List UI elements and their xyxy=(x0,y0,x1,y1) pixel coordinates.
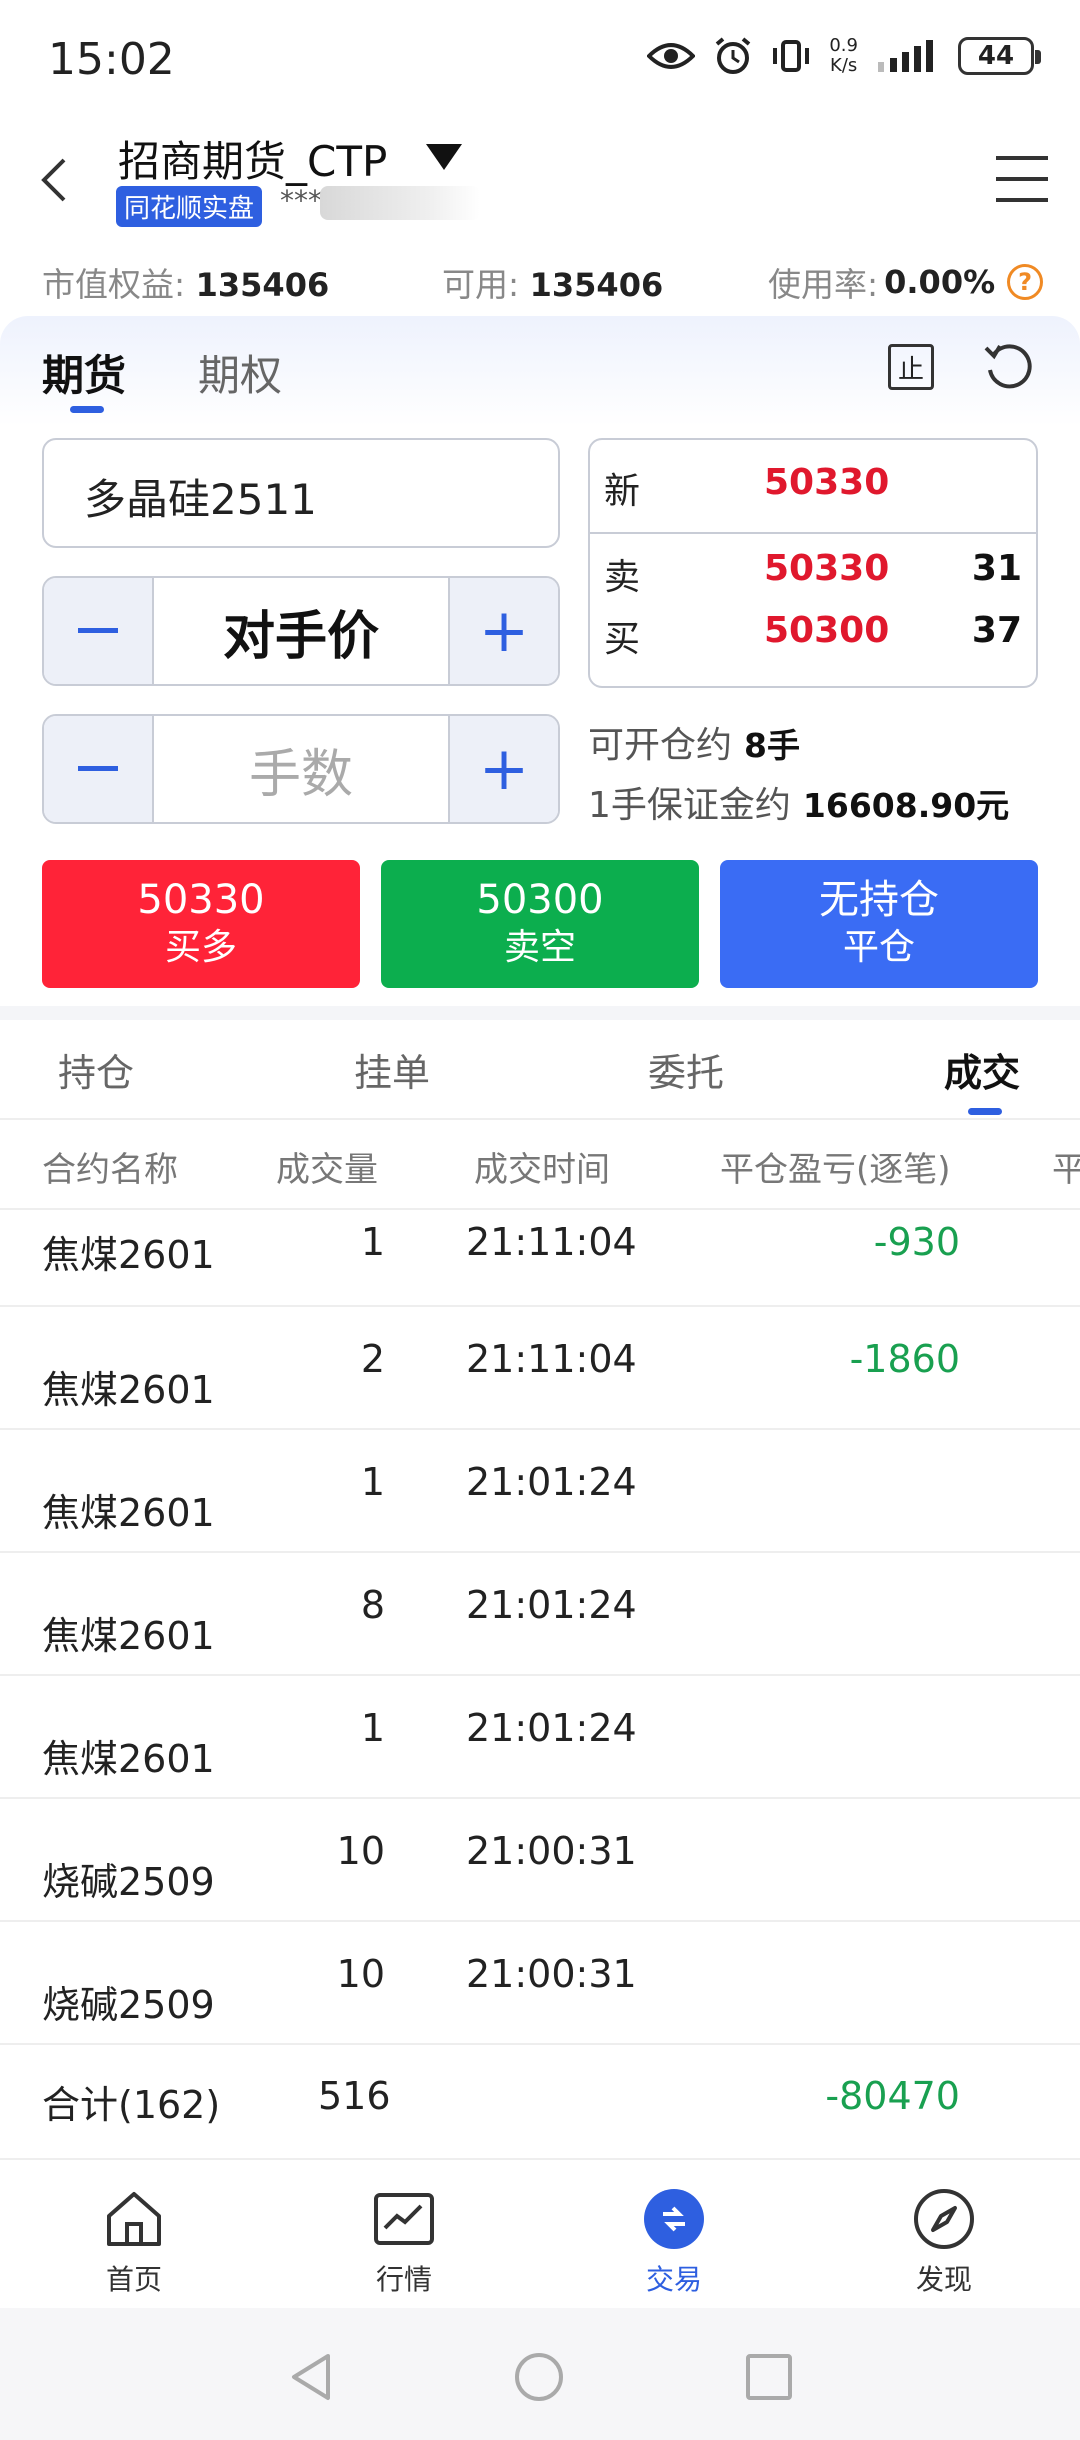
tab-pending[interactable]: 挂单 xyxy=(354,1042,430,1097)
system-nav-bar xyxy=(0,2308,1080,2440)
openable-info: 可开仓约 8手 xyxy=(588,725,800,766)
nav-home[interactable]: 首页 xyxy=(54,2186,214,2298)
eye-icon xyxy=(647,40,696,72)
table-row[interactable]: 烧碱2509 10 21:00:31 xyxy=(0,1922,1080,2045)
refresh-button[interactable] xyxy=(982,340,1036,394)
total-pnl: -80470 xyxy=(825,2074,960,2118)
qty-plus-button[interactable]: + xyxy=(448,716,558,822)
account-number: *** xyxy=(280,184,322,217)
price-minus-button[interactable] xyxy=(44,578,154,684)
hamburger-icon xyxy=(996,156,1048,202)
col-contract: 合约名称 xyxy=(42,1150,178,1190)
table-header: 合约名称 成交量 成交时间 平仓盈亏(逐笔) 平 xyxy=(0,1122,1080,1210)
usage-rate: 使用率: 0.00%? xyxy=(768,258,1044,306)
tab-positions[interactable]: 持仓 xyxy=(58,1042,134,1097)
account-dropdown-button[interactable] xyxy=(424,142,464,172)
status-time: 15:02 xyxy=(48,34,175,85)
price-mode[interactable]: 对手价 xyxy=(154,578,448,684)
table-row[interactable]: 焦煤2601 1 21:11:04 -930 xyxy=(0,1212,1080,1307)
nav-trade[interactable]: 交易 xyxy=(594,2186,754,2298)
trade-panel: 期货 期权 止 多晶硅2511 对手价 + 手数 + 新 50330 卖 503… xyxy=(0,316,1080,1006)
divider xyxy=(590,532,1036,534)
col-pnl: 平仓盈亏(逐笔) xyxy=(720,1150,951,1190)
system-back-button[interactable] xyxy=(286,2352,336,2402)
nav-discover[interactable]: 发现 xyxy=(864,2186,1024,2298)
account-title[interactable]: 招商期货_CTP xyxy=(118,128,387,189)
buy-long-button[interactable]: 50330 买多 xyxy=(42,860,360,988)
minus-icon xyxy=(78,766,118,771)
system-home-button[interactable] xyxy=(514,2352,564,2402)
menu-button[interactable] xyxy=(994,154,1050,204)
product-tabs: 期货 期权 止 xyxy=(0,316,1080,416)
network-speed: 0.9 K/s xyxy=(829,35,858,76)
table-row[interactable]: 焦煤2601 1 21:01:24 xyxy=(0,1430,1080,1553)
tab-trades[interactable]: 成交 xyxy=(944,1042,1020,1097)
total-label: 合计(162) xyxy=(42,2083,221,2127)
tab-futures[interactable]: 期货 xyxy=(42,342,126,403)
col-time: 成交时间 xyxy=(474,1150,610,1190)
home-icon xyxy=(101,2186,167,2252)
record-tabs: 持仓 挂单 委托 成交 xyxy=(0,1020,1080,1120)
table-row[interactable]: 烧碱2509 10 21:00:31 xyxy=(0,1799,1080,1922)
compass-icon xyxy=(911,2186,977,2252)
account-summary: 市值权益: 135406 可用: 135406 使用率: 0.00%? xyxy=(0,250,1080,310)
quote-box: 新 50330 卖 50330 31 买 50300 37 xyxy=(588,438,1038,688)
tab-indicator xyxy=(70,406,104,413)
table-row[interactable]: 焦煤2601 1 21:01:24 xyxy=(0,1676,1080,1799)
trade-icon xyxy=(641,2186,707,2252)
vibrate-icon xyxy=(771,36,811,76)
chart-icon xyxy=(371,2186,437,2252)
close-position-button[interactable]: 无持仓 平仓 xyxy=(720,860,1038,988)
account-header: 招商期货_CTP 同花顺实盘 *** xyxy=(0,120,1080,240)
total-qty: 516 xyxy=(318,2074,391,2118)
chevron-left-icon xyxy=(41,158,66,202)
system-recents-button[interactable] xyxy=(744,2352,794,2402)
col-more: 平 xyxy=(1052,1150,1080,1190)
back-button[interactable] xyxy=(30,150,80,210)
table-row[interactable]: 焦煤2601 8 21:01:24 xyxy=(0,1553,1080,1676)
battery-icon: 44 xyxy=(958,37,1041,75)
sell-short-button[interactable]: 50300 卖空 xyxy=(381,860,699,988)
signal-icon xyxy=(876,38,940,74)
table-row[interactable]: 焦煤2601 2 21:11:04 -1860 xyxy=(0,1307,1080,1430)
tab-options[interactable]: 期权 xyxy=(198,342,282,403)
last-price-row: 新 50330 xyxy=(604,462,890,512)
price-stepper: 对手价 + xyxy=(42,576,560,686)
bottom-nav: 首页 行情 交易 发现 xyxy=(0,2158,1080,2308)
ask-row[interactable]: 卖 50330 31 xyxy=(604,548,1022,598)
tab-indicator xyxy=(968,1108,1002,1115)
quantity-input[interactable]: 手数 xyxy=(154,716,448,822)
caret-down-icon xyxy=(426,144,462,170)
triangle-back-icon xyxy=(292,2354,330,2400)
qty-minus-button[interactable] xyxy=(44,716,154,822)
contract-input[interactable]: 多晶硅2511 xyxy=(42,438,560,548)
tab-orders[interactable]: 委托 xyxy=(648,1042,724,1097)
total-row: 合计(162) 516 -80470 xyxy=(0,2046,1080,2156)
alarm-icon xyxy=(713,36,753,76)
section-divider xyxy=(0,1006,1080,1020)
square-recents-icon xyxy=(746,2354,792,2400)
stop-order-button[interactable]: 止 xyxy=(888,344,934,390)
col-qty: 成交量 xyxy=(276,1150,378,1190)
status-bar: 15:02 0.9 K/s 44 xyxy=(0,0,1080,120)
nav-market[interactable]: 行情 xyxy=(324,2186,484,2298)
price-plus-button[interactable]: + xyxy=(448,578,558,684)
account-number-masked xyxy=(320,186,480,220)
help-icon[interactable]: ? xyxy=(1007,264,1044,300)
equity: 市值权益: 135406 xyxy=(42,265,330,304)
account-type-badge: 同花顺实盘 xyxy=(116,186,263,227)
refresh-icon xyxy=(984,344,1032,389)
available-funds: 可用: 135406 xyxy=(442,265,664,304)
margin-info: 1手保证金约 16608.90元 xyxy=(588,785,1010,826)
circle-home-icon xyxy=(515,2353,563,2401)
minus-icon xyxy=(78,628,118,633)
bid-row[interactable]: 买 50300 37 xyxy=(604,610,1022,660)
quantity-stepper: 手数 + xyxy=(42,714,560,824)
status-icons: 0.9 K/s 44 xyxy=(647,35,1041,76)
